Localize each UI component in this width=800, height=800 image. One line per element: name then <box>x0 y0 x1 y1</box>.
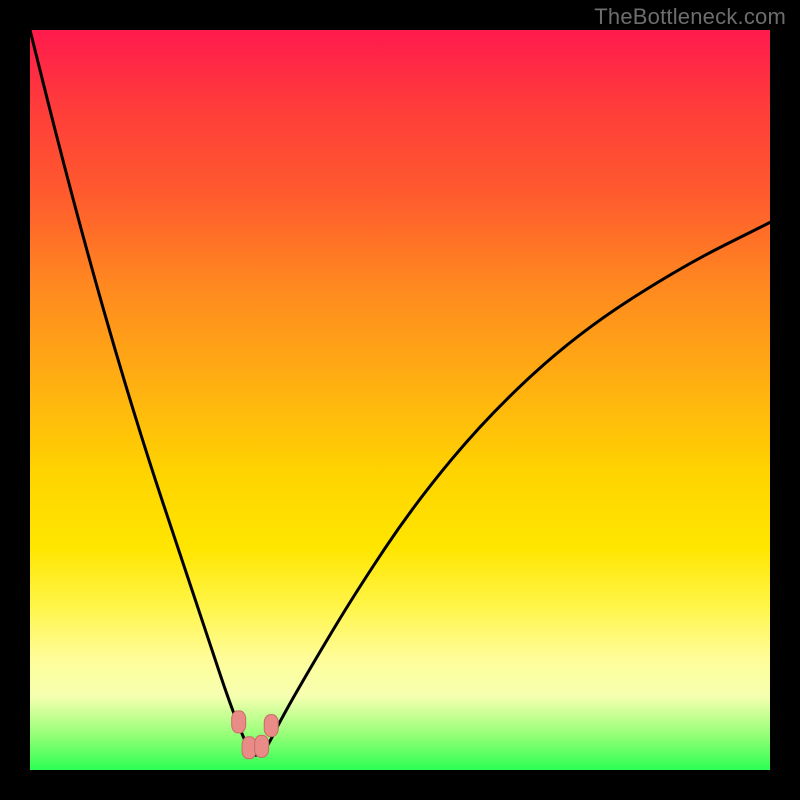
trough-marker <box>255 735 269 757</box>
bottleneck-curve <box>30 30 770 770</box>
trough-marker <box>264 715 278 737</box>
chart-frame: TheBottleneck.com <box>0 0 800 800</box>
watermark-text: TheBottleneck.com <box>594 4 786 30</box>
trough-marker <box>242 737 256 759</box>
curve-path <box>30 30 770 755</box>
trough-marker <box>232 711 246 733</box>
plot-area <box>30 30 770 770</box>
